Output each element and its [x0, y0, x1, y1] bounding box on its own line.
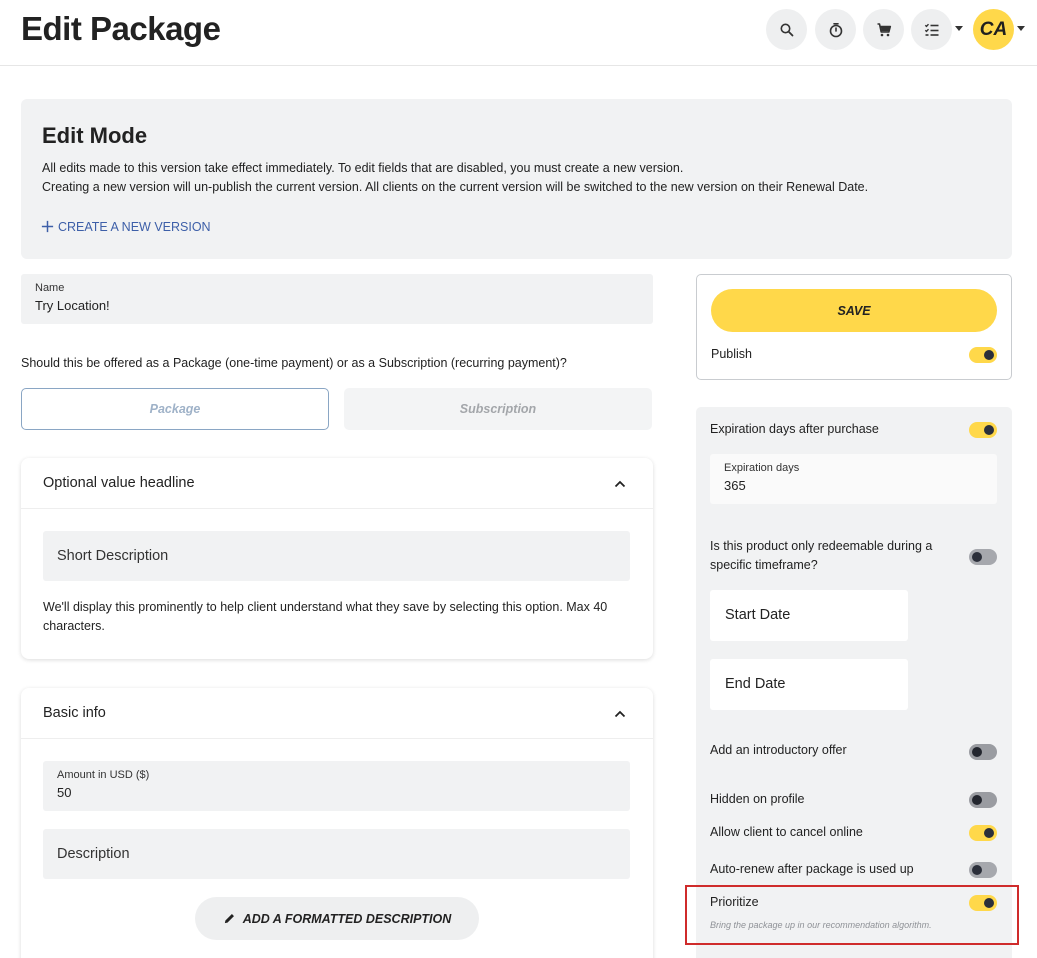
create-new-version-link[interactable]: CREATE A NEW VERSION [40, 219, 211, 234]
expiration-days-value: 365 [724, 478, 746, 493]
hidden-on-profile-label: Hidden on profile [710, 792, 805, 806]
amount-field-value: 50 [57, 785, 72, 800]
value-headline-card: Optional value headline Short Descriptio… [21, 458, 653, 659]
save-button[interactable]: SAVE [711, 289, 997, 332]
start-date-placeholder: Start Date [725, 607, 791, 623]
create-new-version-label: CREATE A NEW VERSION [58, 219, 211, 234]
timeframe-label-line1: Is this product only redeemable during a [710, 539, 933, 553]
checklist-button[interactable] [911, 9, 952, 50]
intro-offer-label: Add an introductory offer [710, 743, 847, 757]
amount-field[interactable]: Amount in USD ($) 50 [43, 761, 630, 811]
amount-field-label: Amount in USD ($) [57, 769, 150, 781]
offer-type-question: Should this be offered as a Package (one… [21, 356, 567, 370]
basic-info-card: Basic info Amount in USD ($) 50 Descript… [21, 688, 653, 958]
edit-mode-line-2: Creating a new version will un-publish t… [42, 180, 869, 194]
add-formatted-description-label: ADD A FORMATTED DESCRIPTION [242, 911, 452, 926]
expiration-days-label: Expiration days [724, 462, 800, 474]
add-formatted-description-button[interactable]: ADD A FORMATTED DESCRIPTION [195, 897, 479, 940]
end-date-placeholder: End Date [725, 676, 786, 692]
save-panel: SAVE Publish [696, 274, 1012, 380]
auto-renew-toggle[interactable] [969, 862, 997, 878]
timeframe-toggle[interactable] [969, 549, 997, 565]
name-field-label: Name [35, 282, 65, 294]
end-date-field[interactable]: End Date [710, 659, 908, 710]
subscription-option-button[interactable]: Subscription [344, 388, 652, 430]
cart-icon [877, 22, 891, 36]
package-option-button[interactable]: Package [21, 388, 329, 430]
search-icon [780, 23, 793, 36]
name-field-value: Try Location! [35, 298, 110, 313]
name-field[interactable]: Name Try Location! [21, 274, 653, 324]
expiration-label: Expiration days after purchase [710, 422, 879, 436]
plus-icon [41, 220, 54, 233]
edit-mode-title: Edit Mode [42, 123, 148, 148]
allow-cancel-label: Allow client to cancel online [710, 825, 863, 839]
short-description-placeholder: Short Description [57, 548, 169, 564]
allow-cancel-toggle[interactable] [969, 825, 997, 841]
top-header: Edit Package CA [0, 0, 1037, 66]
timer-icon [829, 22, 842, 37]
chevron-up-icon[interactable] [613, 707, 627, 721]
value-headline-header[interactable]: Optional value headline [21, 458, 653, 509]
description-field[interactable]: Description [43, 829, 630, 879]
value-headline-help: We'll display this prominently to help c… [43, 600, 608, 633]
avatar[interactable]: CA [973, 9, 1014, 50]
checklist-dropdown-caret-icon[interactable] [955, 26, 963, 31]
avatar-dropdown-caret-icon[interactable] [1017, 26, 1025, 31]
highlight-box [685, 885, 1019, 945]
hidden-on-profile-toggle[interactable] [969, 792, 997, 808]
timer-button[interactable] [815, 9, 856, 50]
search-button[interactable] [766, 9, 807, 50]
page-title: Edit Package [21, 10, 221, 47]
short-description-field[interactable]: Short Description [43, 531, 630, 581]
intro-offer-toggle[interactable] [969, 744, 997, 760]
basic-info-title: Basic info [43, 705, 106, 721]
value-headline-title: Optional value headline [43, 475, 195, 491]
settings-panel: Expiration days after purchase Expiratio… [696, 407, 1012, 958]
publish-label: Publish [711, 347, 752, 361]
chevron-up-icon[interactable] [613, 477, 627, 491]
basic-info-header[interactable]: Basic info [21, 688, 653, 739]
edit-mode-line-1: All edits made to this version take effe… [42, 161, 684, 175]
start-date-field[interactable]: Start Date [710, 590, 908, 641]
publish-toggle[interactable] [969, 347, 997, 363]
pencil-icon [224, 914, 234, 924]
cart-button[interactable] [863, 9, 904, 50]
auto-renew-label: Auto-renew after package is used up [710, 862, 914, 876]
checklist-icon [924, 23, 938, 36]
expiration-toggle[interactable] [969, 422, 997, 438]
timeframe-label-line2: specific timeframe? [710, 558, 818, 572]
expiration-days-field[interactable]: Expiration days 365 [710, 454, 997, 504]
description-placeholder: Description [57, 846, 130, 862]
edit-mode-banner: Edit Mode All edits made to this version… [21, 99, 1012, 259]
